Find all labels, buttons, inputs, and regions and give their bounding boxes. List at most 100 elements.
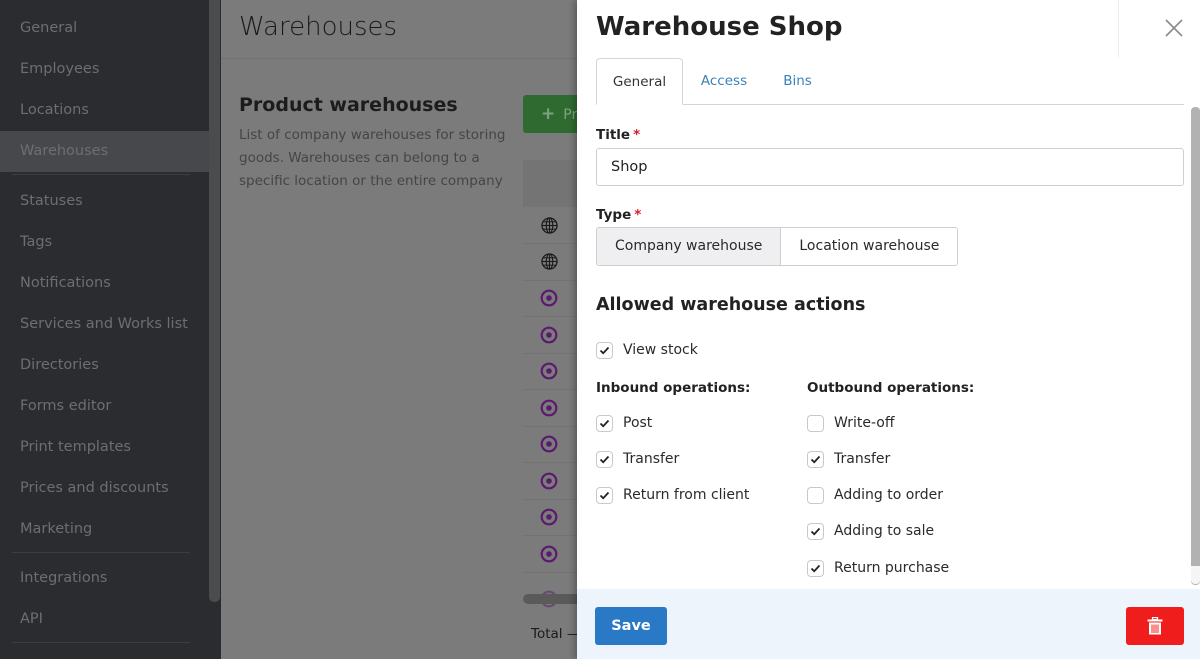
sidebar-item-employees[interactable]: Employees xyxy=(0,49,209,90)
checkmark-icon xyxy=(599,491,610,499)
delete-button[interactable] xyxy=(1126,607,1184,645)
section-description: List of company warehouses for storing g… xyxy=(239,127,506,189)
location-target-icon xyxy=(540,326,558,344)
location-target-icon xyxy=(540,362,558,380)
location-target-icon xyxy=(540,435,558,453)
outbound-transfer-row[interactable]: Transfer xyxy=(807,449,890,469)
title-input[interactable] xyxy=(596,148,1184,186)
outbound-write-off-row[interactable]: Write-off xyxy=(807,413,894,433)
inbound-transfer-row[interactable]: Transfer xyxy=(596,449,679,469)
inbound-transfer-checkbox[interactable] xyxy=(596,450,613,468)
tab-access[interactable]: Access xyxy=(694,58,754,105)
page-header: Warehouses xyxy=(221,0,581,59)
location-target-icon xyxy=(540,508,558,526)
view-stock-label: View stock xyxy=(623,342,698,358)
title-field-label: Title * xyxy=(596,127,640,143)
outbound-adding-to-order-row[interactable]: Adding to order xyxy=(807,485,943,505)
sidebar-item-print-templates[interactable]: Print templates xyxy=(0,427,209,468)
view-stock-checkbox[interactable] xyxy=(596,341,613,359)
panel-tabs: General Access Bins xyxy=(596,58,1184,105)
table-total: Total — xyxy=(531,626,581,642)
sidebar-item-prices-and-discounts[interactable]: Prices and discounts xyxy=(0,468,209,509)
sidebar-item-locations[interactable]: Locations xyxy=(0,90,209,131)
sidebar-item-marketing[interactable]: Marketing xyxy=(0,509,209,550)
sidebar-item-forms-editor[interactable]: Forms editor xyxy=(0,386,209,427)
inbound-post-row[interactable]: Post xyxy=(596,413,652,433)
title-label-text: Title xyxy=(596,127,631,143)
tab-general[interactable]: General xyxy=(596,58,683,105)
tab-bins[interactable]: Bins xyxy=(775,58,820,105)
inbound-operations-title: Inbound operations: xyxy=(596,380,751,396)
sidebar-item-api[interactable]: API xyxy=(0,599,209,640)
checkmark-icon xyxy=(599,419,610,427)
type-label-text: Type xyxy=(596,207,632,223)
view-stock-checkbox-row[interactable]: View stock xyxy=(596,340,698,360)
sidebar-item-statuses[interactable]: Statuses xyxy=(0,181,209,222)
sidebar-item-general[interactable]: General xyxy=(0,8,209,49)
outbound-operations-title: Outbound operations: xyxy=(807,380,975,396)
panel-footer: Save xyxy=(577,589,1200,659)
plus-icon: + xyxy=(541,104,556,124)
add-warehouse-label: Pr xyxy=(563,107,578,123)
type-option-location-warehouse[interactable]: Location warehouse xyxy=(781,228,958,265)
close-divider xyxy=(1118,0,1119,57)
outbound-return-purchase-checkbox[interactable] xyxy=(807,559,824,577)
checkmark-icon xyxy=(599,455,610,463)
outbound-return-purchase-row[interactable]: Return purchase xyxy=(807,558,949,578)
location-target-icon xyxy=(540,545,558,563)
type-option-company-warehouse[interactable]: Company warehouse xyxy=(597,228,782,265)
type-field-label: Type * xyxy=(596,207,641,223)
inbound-post-checkbox[interactable] xyxy=(596,414,613,432)
trash-icon xyxy=(1147,617,1163,635)
required-mark: * xyxy=(634,207,642,223)
page-title: Warehouses xyxy=(239,12,398,42)
inbound-return-from-client-checkbox[interactable] xyxy=(596,486,613,504)
allowed-actions-heading: Allowed warehouse actions xyxy=(596,295,866,315)
close-icon xyxy=(1165,19,1183,37)
outbound-adding-to-sale-row[interactable]: Adding to sale xyxy=(807,521,934,541)
outbound-adding-to-sale-checkbox[interactable] xyxy=(807,522,824,540)
required-mark: * xyxy=(633,127,641,143)
inbound-transfer-label: Transfer xyxy=(623,451,680,467)
location-target-icon xyxy=(540,289,558,307)
panel-scrollbar-track-end xyxy=(1191,566,1200,584)
sidebar-divider xyxy=(12,174,190,175)
outbound-transfer-label: Transfer xyxy=(834,451,891,467)
outbound-adding-to-sale-label: Adding to sale xyxy=(834,523,935,539)
sidebar-item-tags[interactable]: Tags xyxy=(0,222,209,263)
outbound-adding-to-order-checkbox[interactable] xyxy=(807,486,824,504)
section-title: Product warehouses xyxy=(239,94,458,116)
sidebar-item-integrations[interactable]: Integrations xyxy=(0,558,209,599)
location-target-icon xyxy=(540,472,558,490)
sidebar-scrollbar-thumb[interactable] xyxy=(209,0,220,602)
sidebar-item-warehouses[interactable]: Warehouses xyxy=(0,131,209,172)
type-segmented-control: Company warehouse Location warehouse xyxy=(596,227,959,266)
inbound-return-from-client-row[interactable]: Return from client xyxy=(596,485,749,505)
close-button[interactable] xyxy=(1163,17,1185,39)
sidebar-divider xyxy=(12,642,190,643)
panel-title: Warehouse Shop xyxy=(596,12,843,42)
sidebar-item-directories[interactable]: Directories xyxy=(0,345,209,386)
checkmark-icon xyxy=(810,455,821,463)
checkmark-icon xyxy=(599,346,610,354)
inbound-post-label: Post xyxy=(623,415,653,431)
outbound-return-purchase-label: Return purchase xyxy=(834,560,950,576)
sidebar-divider xyxy=(12,552,190,553)
outbound-transfer-checkbox[interactable] xyxy=(807,450,824,468)
sidebar-item-notifications[interactable]: Notifications xyxy=(0,263,209,304)
inbound-return-from-client-label: Return from client xyxy=(623,487,750,503)
panel-scrollbar-thumb[interactable] xyxy=(1191,107,1200,585)
checkmark-icon xyxy=(810,527,821,535)
settings-sidebar: General Employees Locations Warehouses S… xyxy=(0,0,209,659)
outbound-write-off-checkbox[interactable] xyxy=(807,414,824,432)
warehouse-edit-panel: Warehouse Shop General Access Bins Title… xyxy=(577,0,1200,659)
outbound-write-off-label: Write-off xyxy=(834,415,895,431)
warehouses-page: Warehouses Product warehouses List of co… xyxy=(221,0,603,659)
checkmark-icon xyxy=(810,564,821,572)
globe-icon xyxy=(540,216,558,234)
outbound-adding-to-order-label: Adding to order xyxy=(834,487,944,503)
save-button[interactable]: Save xyxy=(595,607,667,645)
location-target-icon xyxy=(540,399,558,417)
globe-icon xyxy=(540,253,558,271)
sidebar-item-services-and-works[interactable]: Services and Works list xyxy=(0,304,209,345)
